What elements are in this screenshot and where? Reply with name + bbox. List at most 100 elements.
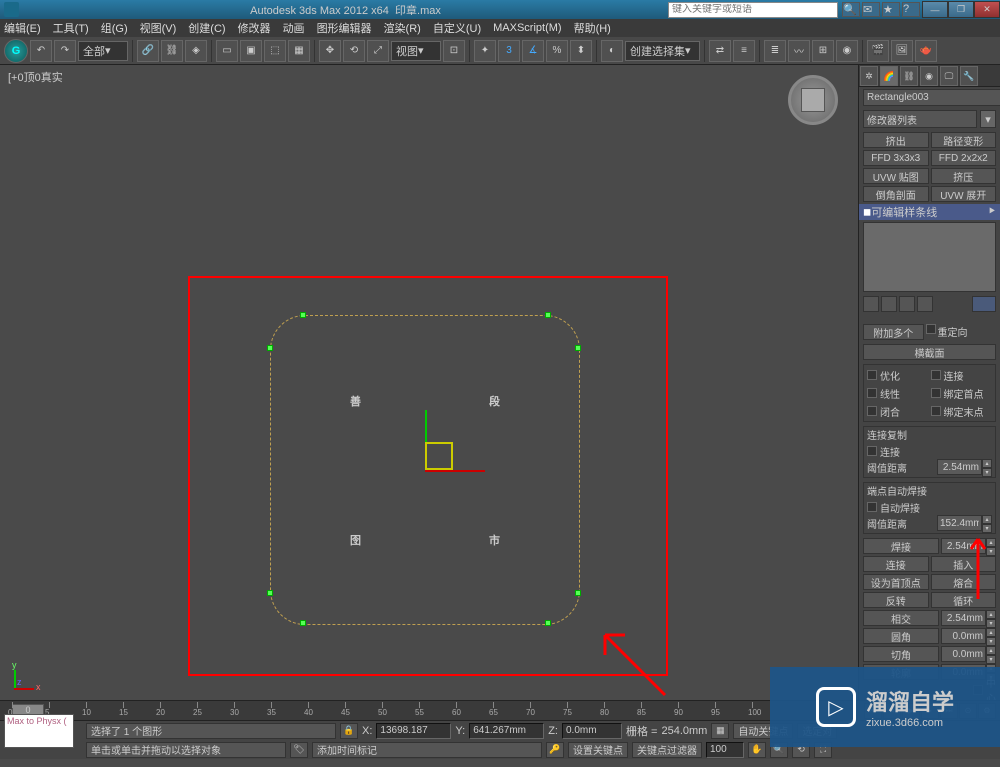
hierarchy-tab-icon[interactable]: ⛓ (900, 66, 918, 86)
motion-tab-icon[interactable]: ◉ (920, 66, 938, 86)
unlink-icon[interactable]: ⛓ (161, 40, 183, 62)
menu-graph[interactable]: 图形编辑器 (317, 20, 372, 36)
modifier-stack[interactable] (863, 222, 996, 292)
viewcube[interactable] (788, 75, 838, 125)
key-filters-button[interactable]: 关键点过滤器 (632, 742, 702, 758)
mod-btn-bevel[interactable]: 倒角剖面 (863, 186, 929, 202)
threshold-input[interactable] (937, 459, 982, 475)
make-first-button[interactable]: 设为首顶点 (863, 574, 929, 590)
rotate-icon[interactable]: ⟲ (343, 40, 365, 62)
crossinsert-button[interactable]: 相交 (863, 610, 939, 626)
key-icon[interactable]: 🔑 (546, 742, 564, 758)
material-icon[interactable]: ◉ (836, 40, 858, 62)
selected-spline[interactable]: 善 段 囹 市 (270, 315, 580, 625)
render-setup-icon[interactable]: 🎬 (867, 40, 889, 62)
manipulate-icon[interactable]: ✦ (474, 40, 496, 62)
utilities-tab-icon[interactable]: 🔧 (960, 66, 978, 86)
scale-icon[interactable]: ⤢ (367, 40, 389, 62)
menu-customize[interactable]: 自定义(U) (433, 20, 481, 36)
y-coord-input[interactable]: 641.267mm (469, 723, 544, 739)
filter-combo[interactable]: 全部▾ (78, 41, 128, 61)
link-icon[interactable]: 🔗 (137, 40, 159, 62)
bind-icon[interactable]: ◈ (185, 40, 207, 62)
closed-checkbox[interactable] (867, 406, 877, 416)
menu-help[interactable]: 帮助(H) (574, 20, 611, 36)
undo-icon[interactable]: ↶ (30, 40, 52, 62)
linear-checkbox[interactable] (867, 388, 877, 398)
weld-button[interactable]: 焊接 (863, 538, 939, 554)
comm-center-icon[interactable]: ✉ (862, 2, 880, 17)
help-icon[interactable]: ? (902, 2, 920, 17)
display-tab-icon[interactable]: 🖵 (940, 66, 958, 86)
menu-tools[interactable]: 工具(T) (53, 20, 89, 36)
search-icon[interactable]: 🔍 (842, 2, 860, 17)
schematic-icon[interactable]: ⊞ (812, 40, 834, 62)
mod-btn-squeeze[interactable]: 挤压 (931, 168, 997, 184)
align-icon[interactable]: ≡ (733, 40, 755, 62)
gizmo-xy-plane[interactable] (425, 442, 453, 470)
menu-render[interactable]: 渲染(R) (384, 20, 421, 36)
cross-section-button[interactable]: 横截面 (863, 344, 996, 360)
stack-item-editable-spline[interactable]: ◼ 可编辑样条线 ⯈ (859, 204, 1000, 220)
add-time-tag[interactable]: 添加时间标记 (312, 742, 542, 758)
isolate-icon[interactable]: ▦ (711, 723, 729, 739)
mod-btn-uvwmap[interactable]: UVW 贴图 (863, 168, 929, 184)
menu-views[interactable]: 视图(V) (140, 20, 177, 36)
set-key-button[interactable]: 设置关键点 (568, 742, 628, 758)
z-coord-input[interactable]: 0.0mm (562, 723, 622, 739)
minimize-button[interactable]: — (922, 1, 948, 18)
close-button[interactable]: ✕ (974, 1, 1000, 18)
menu-animation[interactable]: 动画 (283, 20, 305, 36)
menu-group[interactable]: 组(G) (101, 20, 128, 36)
show-end-icon[interactable] (881, 296, 897, 312)
window-crossing-icon[interactable]: ▦ (288, 40, 310, 62)
create-tab-icon[interactable]: ✲ (860, 66, 878, 86)
select-region-icon[interactable]: ⬚ (264, 40, 286, 62)
pin-stack-icon[interactable] (863, 296, 879, 312)
move-icon[interactable]: ✥ (319, 40, 341, 62)
percent-snap-icon[interactable]: % (546, 40, 568, 62)
spinner-snap-icon[interactable]: ⬍ (570, 40, 592, 62)
mod-btn-extrude[interactable]: 挤出 (863, 132, 929, 148)
configure-sets-icon[interactable] (972, 296, 996, 312)
unique-icon[interactable] (899, 296, 915, 312)
object-name-input[interactable] (863, 89, 1000, 106)
select-icon[interactable]: ▭ (216, 40, 238, 62)
lock-icon[interactable]: 🔒 (340, 723, 358, 739)
menu-edit[interactable]: 编辑(E) (4, 20, 41, 36)
bind-last-checkbox[interactable] (931, 406, 941, 416)
mod-btn-pathdeform[interactable]: 路径变形 (931, 132, 997, 148)
mod-btn-ffd3[interactable]: FFD 3x3x3 (863, 150, 929, 166)
layers-icon[interactable]: ≣ (764, 40, 786, 62)
viewport[interactable]: [+0顶0真实 善 段 囹 市 (0, 65, 858, 700)
remove-mod-icon[interactable] (917, 296, 933, 312)
max-logo-icon[interactable]: G (4, 39, 28, 63)
auto-weld-checkbox[interactable] (867, 502, 877, 512)
chevron-down-icon[interactable]: ▾ (980, 110, 996, 128)
mirror-icon[interactable]: ⇄ (709, 40, 731, 62)
time-ruler[interactable]: 0510152025303540455055606570758085909510… (4, 702, 764, 720)
curve-editor-icon[interactable]: 〰 (788, 40, 810, 62)
menu-create[interactable]: 创建(C) (188, 20, 225, 36)
snap-toggle-icon[interactable]: 3 (498, 40, 520, 62)
connect-checkbox[interactable] (931, 370, 941, 380)
app-icon[interactable] (4, 2, 19, 17)
pan-icon[interactable]: ✋ (748, 742, 766, 758)
connect-button[interactable]: 连接 (863, 556, 929, 572)
help-search[interactable] (668, 2, 838, 18)
selection-set-combo[interactable]: 创建选择集▾ (625, 41, 700, 61)
menu-maxscript[interactable]: MAXScript(M) (493, 22, 561, 34)
optimize-checkbox[interactable] (867, 370, 877, 380)
maxscript-listener[interactable]: Max to Physx ( (4, 714, 74, 748)
gizmo-x-axis[interactable] (425, 470, 485, 472)
tag-icon[interactable]: 🏷 (290, 742, 308, 758)
pivot-icon[interactable]: ⊡ (443, 40, 465, 62)
maximize-button[interactable]: ❐ (948, 1, 974, 18)
x-coord-input[interactable]: 13698.187 (376, 723, 451, 739)
redo-icon[interactable]: ↷ (54, 40, 76, 62)
mod-btn-ffd2[interactable]: FFD 2x2x2 (931, 150, 997, 166)
fillet-button[interactable]: 圆角 (863, 628, 939, 644)
render-frame-icon[interactable]: 🖼 (891, 40, 913, 62)
modifier-list-combo[interactable]: 修改器列表 (863, 110, 977, 128)
render-icon[interactable]: 🫖 (915, 40, 937, 62)
